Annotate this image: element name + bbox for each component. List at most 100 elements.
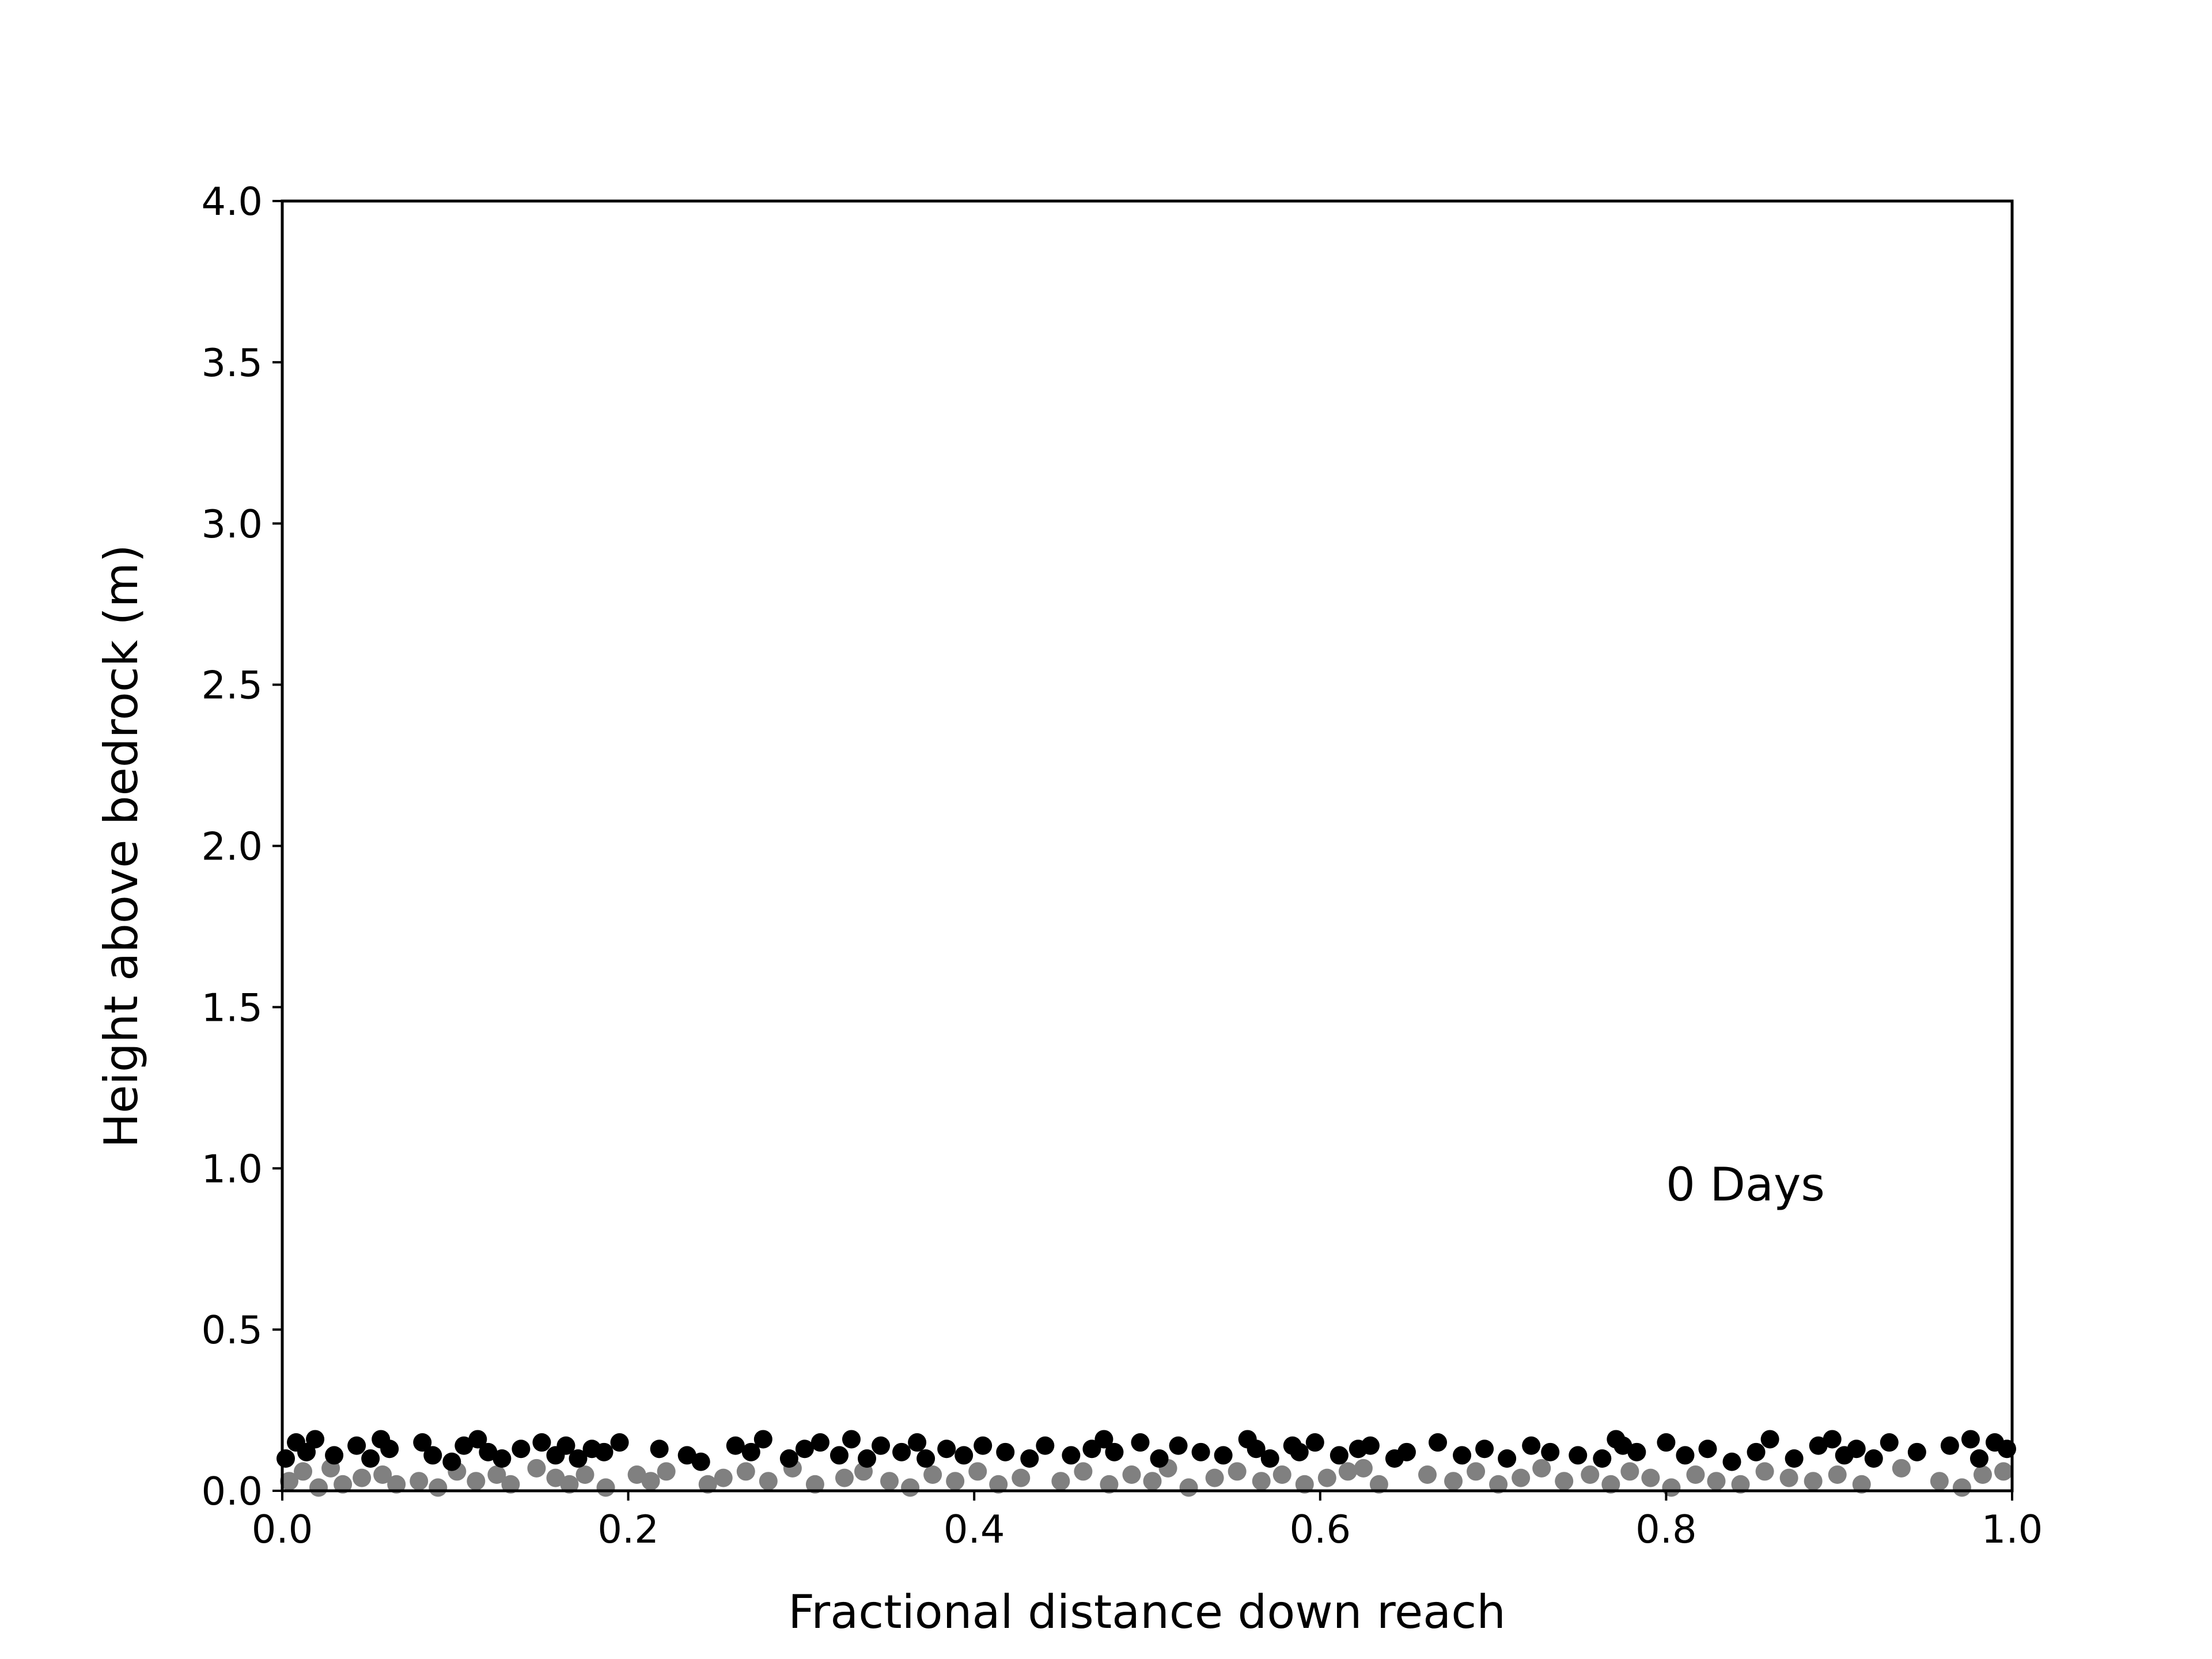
scatter-point [527,1459,546,1478]
scatter-point [353,1468,372,1487]
scatter-point [1290,1442,1309,1461]
scatter-point [1541,1442,1560,1461]
scatter-point [736,1462,755,1481]
scatter-point [512,1440,531,1459]
scatter-point [1012,1468,1031,1487]
scatter-point [442,1452,461,1471]
scatter-point [1074,1462,1093,1481]
scatter-point [1051,1472,1070,1491]
scatter-point [1657,1433,1676,1452]
scatter-point [1779,1468,1798,1487]
scatter-point [880,1472,899,1491]
scatter-point [1676,1446,1695,1465]
scatter-point [1036,1436,1055,1455]
scatter-point [1620,1462,1639,1481]
scatter-point [842,1430,861,1449]
scatter-point [1179,1478,1198,1497]
scatter-point [1804,1472,1823,1491]
scatter-point [1418,1465,1437,1484]
scatter-point [908,1433,927,1452]
scatter-point [1512,1468,1531,1487]
scatter-point [1641,1468,1660,1487]
scatter-point [1191,1442,1210,1461]
scatter-point [594,1442,613,1461]
scatter-point [1205,1468,1224,1487]
scatter-point [641,1472,660,1491]
scatter-point [1760,1430,1779,1449]
scatter-point [1020,1449,1039,1468]
scatter-point [276,1449,296,1468]
scatter-point [1361,1436,1380,1455]
scatter-point [347,1436,366,1455]
scatter-point [1686,1465,1705,1484]
scatter-point [1627,1442,1646,1461]
scatter-point [691,1452,710,1471]
scatter-point [968,1462,987,1481]
scatter-point [306,1430,325,1449]
scatter-point [1453,1446,1472,1465]
scatter-point [1131,1433,1150,1452]
scatter-point [1214,1446,1233,1465]
scatter-point [1907,1442,1926,1461]
y-tick-label: 2.0 [201,824,263,869]
scatter-point [892,1442,911,1461]
scatter-point [937,1440,956,1459]
scatter-point [610,1433,629,1452]
scatter-point [1930,1472,1949,1491]
scatter-point [325,1446,344,1465]
x-tick-label: 0.2 [597,1507,659,1552]
x-tick-label: 0.4 [944,1507,1005,1552]
scatter-point [1354,1459,1373,1478]
scatter-point [1952,1478,1971,1497]
scatter-point [1847,1440,1866,1459]
scatter-point [294,1462,313,1481]
scatter-point [1755,1462,1774,1481]
scatter-point [410,1472,429,1491]
scatter-point [1143,1472,1162,1491]
scatter-point [1698,1440,1717,1459]
scatter-point [423,1446,442,1465]
scatter-point [650,1440,669,1459]
scatter-point [872,1436,891,1455]
scatter-point [759,1472,778,1491]
scatter-point [1150,1449,1169,1468]
scatter-point [380,1440,399,1459]
y-tick-label: 3.0 [201,502,263,547]
scatter-point [1823,1430,1842,1449]
scatter-point [955,1446,974,1465]
scatter-point [1272,1465,1291,1484]
scatter-point [1330,1446,1349,1465]
y-tick-label: 3.5 [201,340,263,385]
scatter-point [1260,1449,1279,1468]
scatter-point [1169,1436,1188,1455]
scatter-point [1555,1472,1574,1491]
scatter-point [1581,1465,1600,1484]
scatter-point [1397,1442,1416,1461]
scatter-point [596,1478,615,1497]
scatter-point [532,1433,551,1452]
scatter-point [835,1468,854,1487]
scatter-point [923,1465,942,1484]
scatter-point [1444,1472,1463,1491]
scatter-point [1498,1449,1517,1468]
x-axis-label: Fractional distance down reach [788,1585,1506,1639]
y-tick-label: 0.5 [201,1308,263,1353]
scatter-point [1828,1465,1847,1484]
scatter-point [1569,1446,1588,1465]
scatter-point [1864,1449,1883,1468]
scatter-point [858,1449,877,1468]
annotation-label: 0 Days [1666,1158,1825,1211]
scatter-point [1338,1462,1357,1481]
scatter-chart-figure: 0.0 0.2 0.4 0.6 0.8 1.00.00.51.01.52.02.53.03… [0,0,2212,1659]
scatter-point [916,1449,935,1468]
scatter-point [1062,1446,1081,1465]
scatter-point [309,1478,328,1497]
scatter-point [946,1472,965,1491]
scatter-point [361,1449,380,1468]
scatter-point [1880,1433,1899,1452]
scatter-point [810,1433,830,1452]
scatter-point [1305,1433,1324,1452]
scatter-point [1252,1472,1271,1491]
y-tick-label: 2.5 [201,663,263,708]
scatter-point [714,1468,733,1487]
